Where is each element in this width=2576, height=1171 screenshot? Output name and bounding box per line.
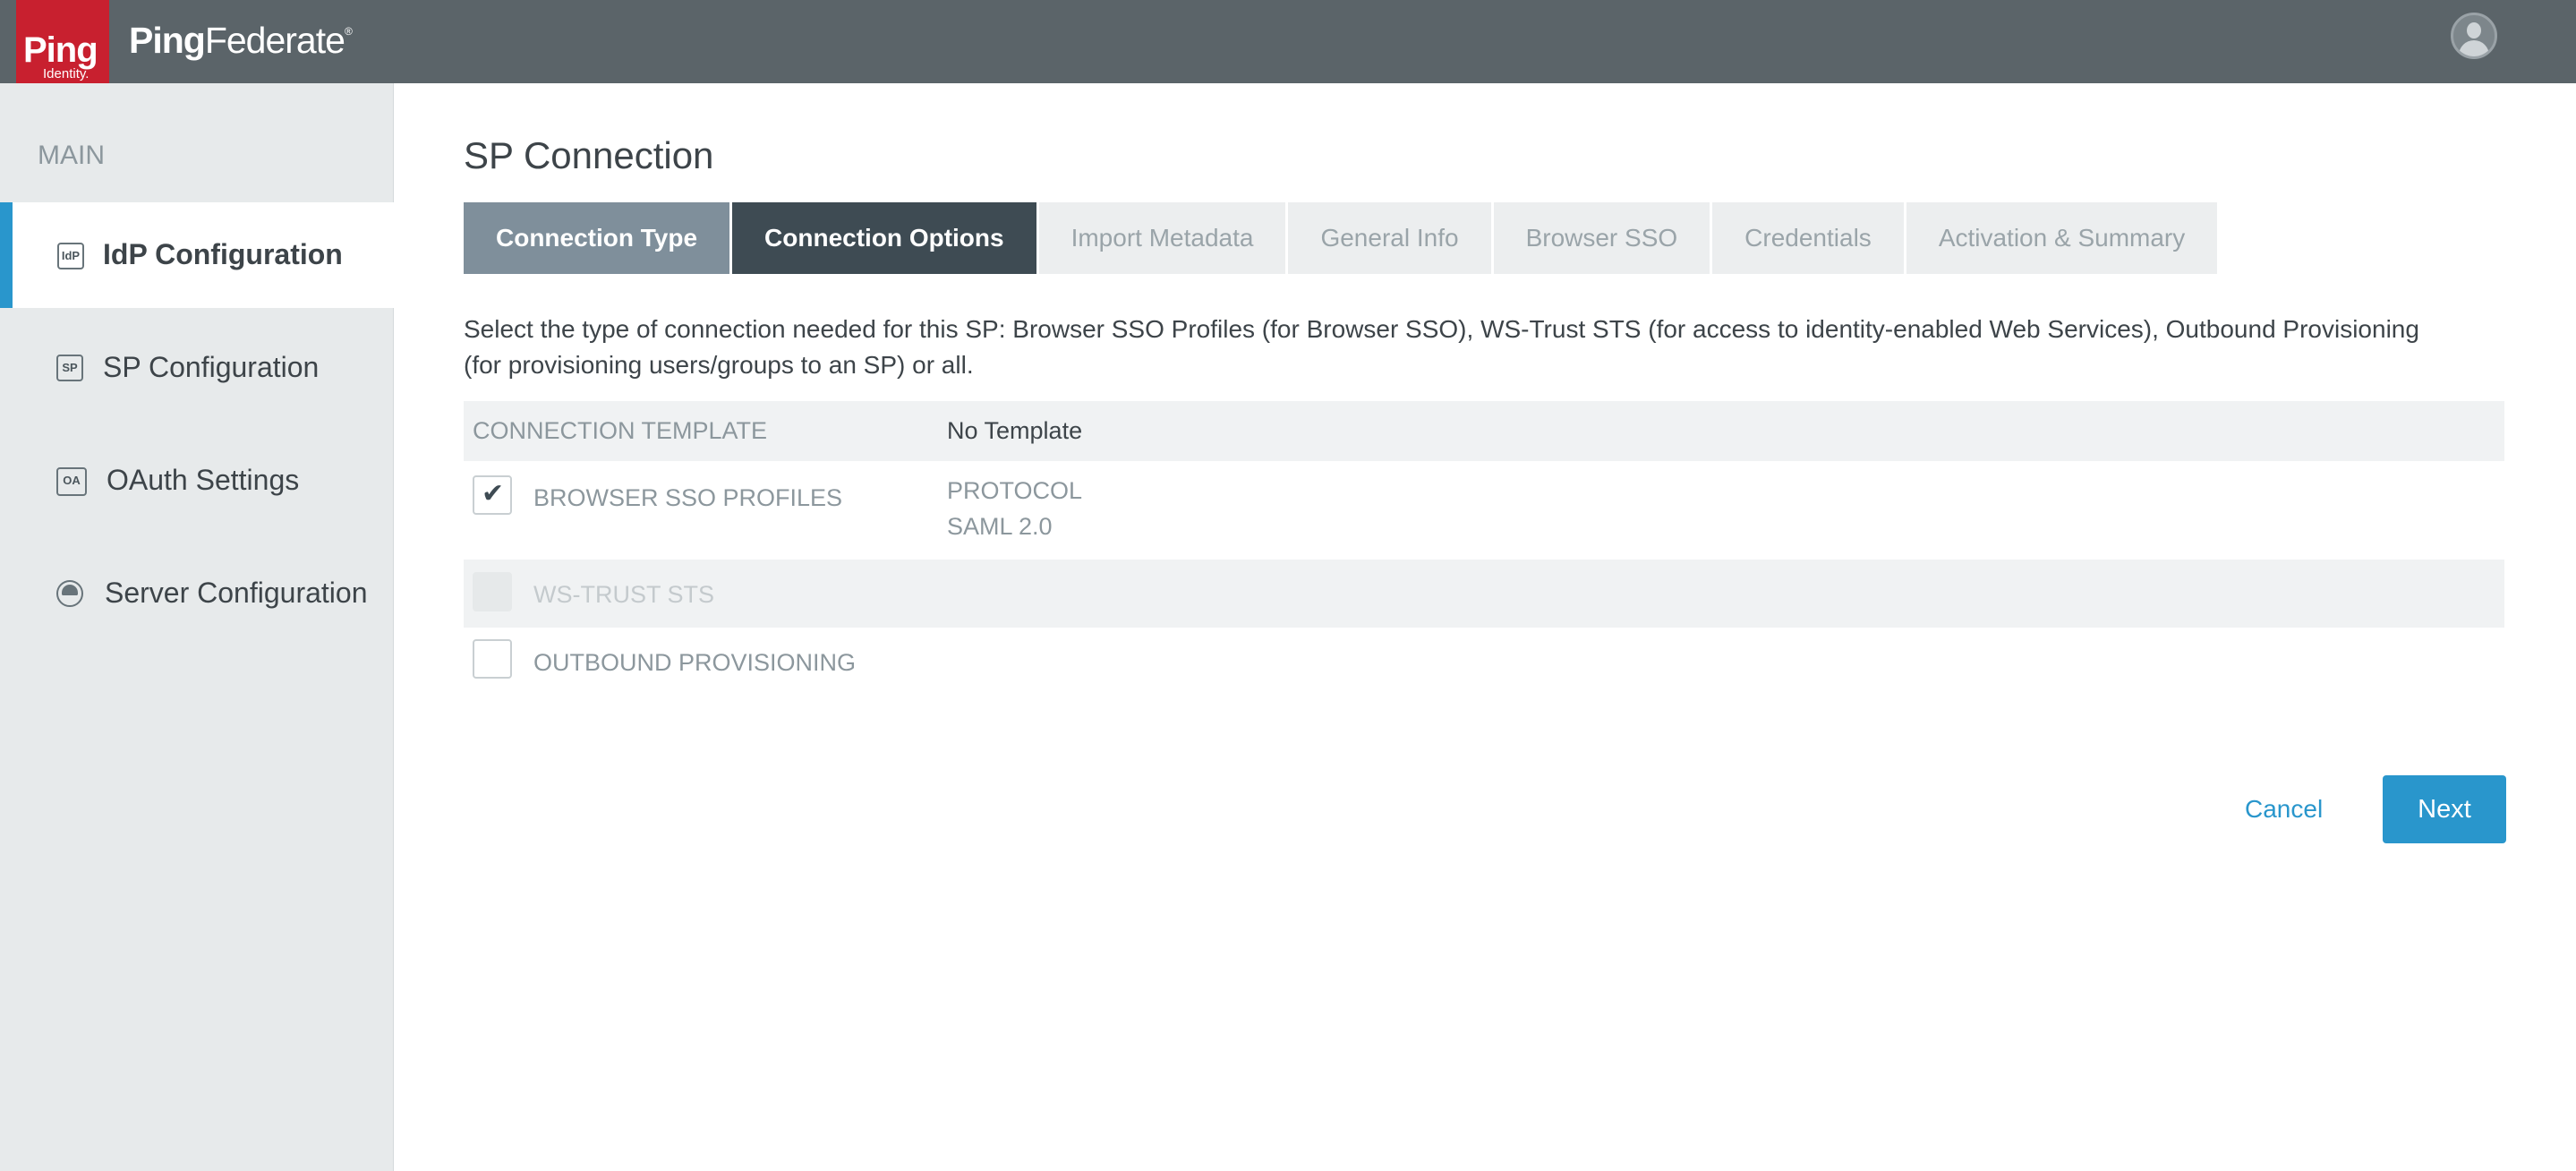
sidebar-item-label: Server Configuration xyxy=(105,577,368,609)
sp-icon: SP xyxy=(56,355,83,381)
tab-import-metadata: Import Metadata xyxy=(1038,202,1286,274)
cancel-link[interactable]: Cancel xyxy=(2245,795,2323,824)
tab-activation-summary: Activation & Summary xyxy=(1906,202,2218,274)
browser-sso-profiles-label: BROWSER SSO PROFILES xyxy=(533,484,843,511)
ping-identity-logo[interactable]: Ping Identity. xyxy=(16,0,109,90)
tab-credentials: Credentials xyxy=(1712,202,1904,274)
outbound-provisioning-row: OUTBOUND PROVISIONING xyxy=(464,628,2504,696)
browser-sso-profiles-checkbox[interactable]: ✔ xyxy=(473,475,512,515)
page-title: SP Connection xyxy=(464,134,714,176)
sidebar-item-label: IdP Configuration xyxy=(103,238,343,270)
brand-bold: Ping xyxy=(129,20,206,61)
sidebar-item-label: SP Configuration xyxy=(103,351,320,383)
sidebar-item-label: OAuth Settings xyxy=(107,464,300,496)
ws-trust-sts-row: WS-TRUST STS xyxy=(464,560,2504,628)
product-name: PingFederate® xyxy=(129,20,353,62)
outbound-provisioning-label: OUTBOUND PROVISIONING xyxy=(533,649,857,676)
ws-trust-sts-checkbox xyxy=(473,572,512,611)
sidebar-item-idp-configuration[interactable]: IdP IdP Configuration xyxy=(0,202,410,308)
logo-text: Ping xyxy=(23,30,98,70)
connection-template-value: No Template xyxy=(947,417,1083,444)
oauth-icon: OA xyxy=(56,467,87,496)
connection-options-description: Select the type of connection needed for… xyxy=(464,315,2419,379)
browser-sso-profiles-row: ✔ BROWSER SSO PROFILES PROTOCOL SAML 2.0 xyxy=(464,461,2504,560)
tab-connection-type[interactable]: Connection Type xyxy=(464,202,730,274)
top-bar: Ping Identity. PingFederate® xyxy=(0,0,2576,90)
tab-general-info: General Info xyxy=(1288,202,1491,274)
tab-connection-options[interactable]: Connection Options xyxy=(732,202,1036,274)
connection-template-row: CONNECTION TEMPLATE No Template xyxy=(464,401,2504,461)
checkmark-icon: ✔ xyxy=(482,479,505,509)
sidebar: MAIN IdP IdP Configuration SP SP Configu… xyxy=(0,83,410,1171)
user-avatar-icon[interactable] xyxy=(2451,13,2497,59)
sidebar-item-sp-configuration[interactable]: SP SP Configuration xyxy=(0,315,394,421)
connection-template-label: CONNECTION TEMPLATE xyxy=(473,417,768,444)
outbound-provisioning-checkbox[interactable] xyxy=(473,639,512,679)
tab-browser-sso: Browser SSO xyxy=(1493,202,1710,274)
protocol-value: SAML 2.0 xyxy=(947,513,1053,540)
sidebar-item-oauth-settings[interactable]: OA OAuth Settings xyxy=(0,428,394,534)
sidebar-heading: MAIN xyxy=(38,141,105,170)
protocol-label: PROTOCOL xyxy=(947,477,1083,504)
logo-subtext: Identity. xyxy=(43,66,90,81)
next-button[interactable]: Next xyxy=(2383,775,2506,843)
ws-trust-sts-label: WS-TRUST STS xyxy=(533,581,714,608)
brand-mark: ® xyxy=(344,25,353,38)
server-icon xyxy=(56,580,83,607)
brand-rest: Federate xyxy=(204,20,345,61)
sidebar-item-server-configuration[interactable]: Server Configuration xyxy=(0,541,394,646)
wizard-tabs: Connection Type Connection Options Impor… xyxy=(464,202,2220,274)
idp-icon: IdP xyxy=(57,243,84,269)
